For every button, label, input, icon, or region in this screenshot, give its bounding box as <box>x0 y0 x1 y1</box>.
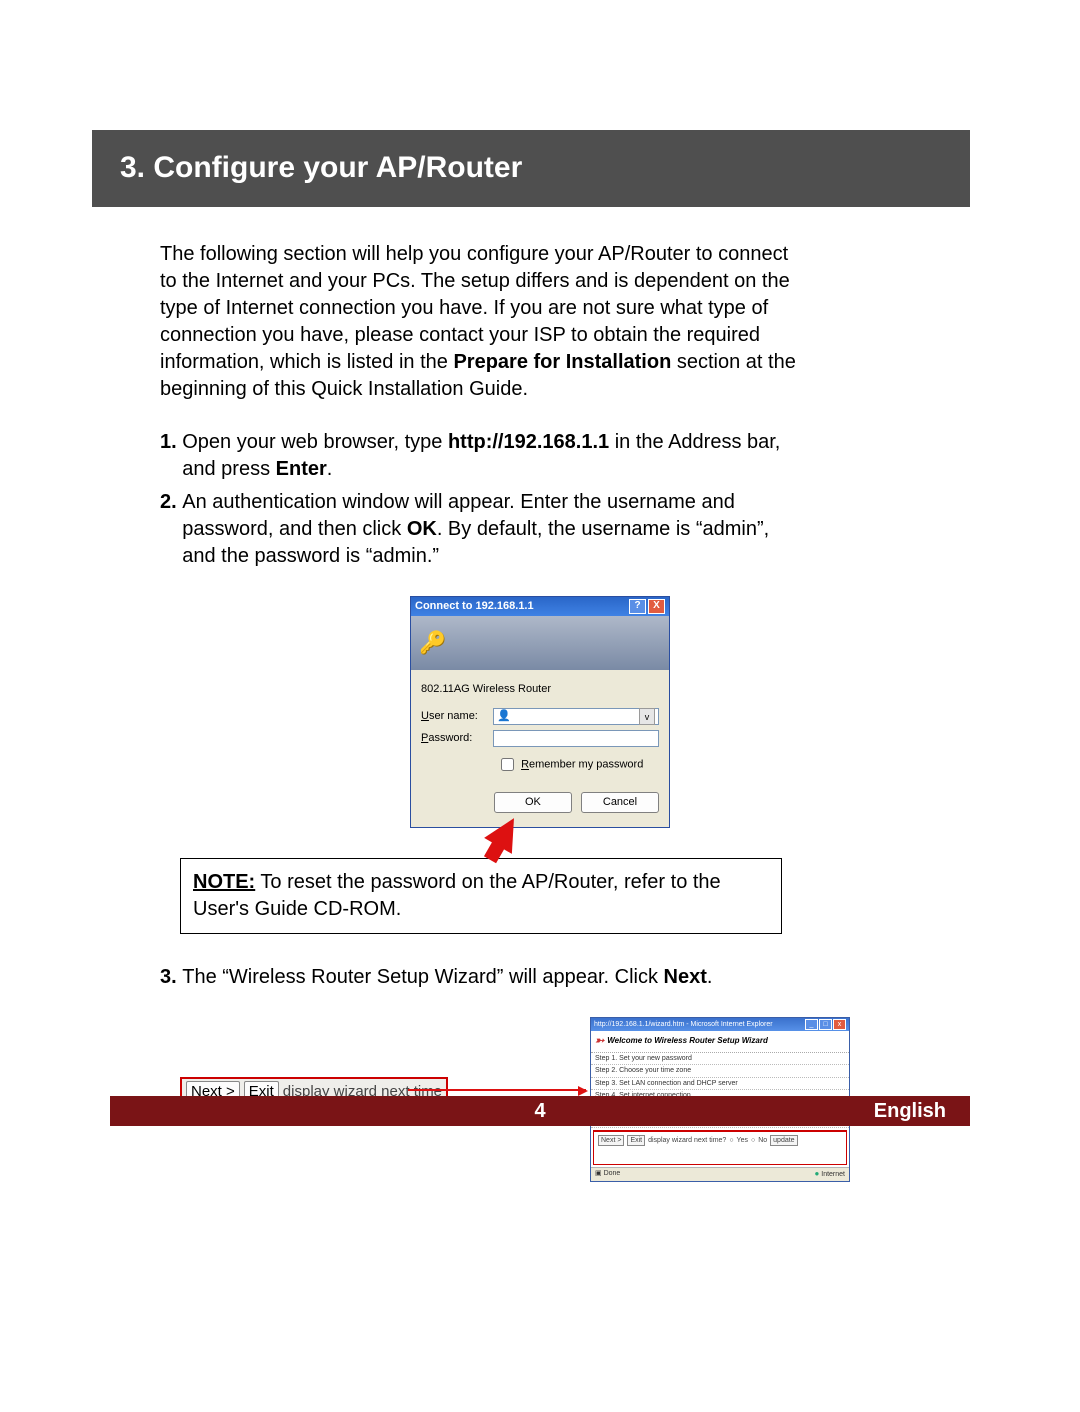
ie-title-text: http://192.168.1.1/wizard.htm - Microsof… <box>594 1020 773 1029</box>
update-button[interactable]: update <box>770 1135 797 1146</box>
table-row: Step 3. Set LAN connection and DHCP serv… <box>591 1077 849 1089</box>
step-number: 1. <box>160 431 177 453</box>
wizard-step: Step 2. Choose your time zone <box>591 1065 849 1077</box>
page-footer: 4 English <box>110 1096 970 1126</box>
cancel-button[interactable]: Cancel <box>581 792 659 813</box>
auth-title-text: Connect to 192.168.1.1 <box>415 599 534 614</box>
intro-paragraph: The following section will help you conf… <box>160 241 800 403</box>
exit-button[interactable]: Exit <box>627 1135 645 1146</box>
language-label: English <box>874 1098 970 1125</box>
wizard-controls: Next > Exit display wizard next time? ○Y… <box>593 1130 847 1165</box>
help-button[interactable]: ? <box>629 599 646 614</box>
step1-pre: Open your web browser, type <box>182 431 448 453</box>
step-2: 2. An authentication window will appear.… <box>160 489 800 570</box>
ie-statusbar: ▣ Done ● Internet <box>591 1167 849 1181</box>
ok-button[interactable]: OK <box>494 792 572 813</box>
step3-post: . <box>707 966 713 988</box>
auth-dialog: Connect to 192.168.1.1 ? X 🔑 802.11AG Wi… <box>410 596 670 829</box>
username-label: User name: <box>421 709 493 724</box>
no-label: No <box>758 1136 767 1145</box>
manual-page: 3. Configure your AP/Router The followin… <box>0 0 1080 1412</box>
username-row: User name: 👤 v <box>421 708 659 725</box>
remember-checkbox[interactable] <box>501 758 514 771</box>
status-right: ● Internet <box>814 1169 845 1180</box>
step1-post: . <box>327 458 333 480</box>
step1-url: http://192.168.1.1 <box>448 431 609 453</box>
note-box: NOTE: To reset the password on the AP/Ro… <box>180 858 782 934</box>
close-button[interactable]: x <box>833 1019 846 1030</box>
step-1: 1. Open your web browser, type http://19… <box>160 429 800 483</box>
wizard-step: Step 3. Set LAN connection and DHCP serv… <box>591 1077 849 1089</box>
next-button[interactable]: Next > <box>598 1135 624 1146</box>
password-label: Password: <box>421 731 493 746</box>
steps-list-2: 3. The “Wireless Router Setup Wizard” wi… <box>160 964 800 991</box>
status-left: ▣ Done <box>595 1169 620 1180</box>
auth-titlebar: Connect to 192.168.1.1 ? X <box>411 597 669 616</box>
auth-realm: 802.11AG Wireless Router <box>421 682 659 697</box>
table-row: Step 2. Choose your time zone <box>591 1065 849 1077</box>
step1-enter: Enter <box>276 458 327 480</box>
remember-label: Remember my password <box>521 759 643 771</box>
ie-titlebar: http://192.168.1.1/wizard.htm - Microsof… <box>591 1018 849 1031</box>
table-row: Step 1. Set your new password <box>591 1053 849 1065</box>
wizard-figure: Next > Exit display wizard next time htt… <box>180 1017 970 1157</box>
step-number: 3. <box>160 966 177 988</box>
step-number: 2. <box>160 491 177 513</box>
section-heading: 3. Configure your AP/Router <box>92 130 970 207</box>
globe-icon: ● <box>814 1169 819 1178</box>
maximize-button[interactable]: □ <box>819 1019 832 1030</box>
wizard-welcome: ➳ Welcome to Wireless Router Setup Wizar… <box>591 1031 849 1053</box>
step3-next: Next <box>664 966 707 988</box>
callout-arrow-icon <box>408 1089 586 1091</box>
step-3: 3. The “Wireless Router Setup Wizard” wi… <box>160 964 800 991</box>
close-button[interactable]: X <box>648 599 665 614</box>
wizard-welcome-text: Welcome to Wireless Router Setup Wizard <box>607 1036 768 1047</box>
auth-banner: 🔑 <box>411 616 669 670</box>
no-radio[interactable]: ○ <box>751 1136 755 1145</box>
note-label: NOTE: <box>193 871 255 893</box>
step3-pre: The “Wireless Router Setup Wizard” will … <box>182 966 663 988</box>
username-input[interactable]: 👤 v <box>493 708 659 725</box>
chevron-down-icon[interactable]: v <box>639 708 655 725</box>
intro-bold: Prepare for Installation <box>453 351 671 373</box>
remember-row: Remember my password <box>497 755 659 774</box>
auth-dialog-figure: Connect to 192.168.1.1 ? X 🔑 802.11AG Wi… <box>410 596 670 829</box>
keys-icon: 🔑 <box>419 628 446 658</box>
steps-list: 1. Open your web browser, type http://19… <box>160 429 800 570</box>
wizard-step: Step 1. Set your new password <box>591 1053 849 1065</box>
password-input[interactable] <box>493 730 659 747</box>
yes-radio[interactable]: ○ <box>729 1136 733 1145</box>
yes-label: Yes <box>737 1136 748 1145</box>
minimize-button[interactable]: _ <box>805 1019 818 1030</box>
user-icon: 👤 <box>497 709 511 724</box>
step2-ok: OK <box>407 518 437 540</box>
logo-icon: ➳ <box>595 1034 604 1049</box>
wizard-question: display wizard next time? <box>648 1136 726 1145</box>
page-number: 4 <box>534 1098 545 1125</box>
note-text: To reset the password on the AP/Router, … <box>193 871 721 920</box>
password-row: Password: <box>421 730 659 747</box>
